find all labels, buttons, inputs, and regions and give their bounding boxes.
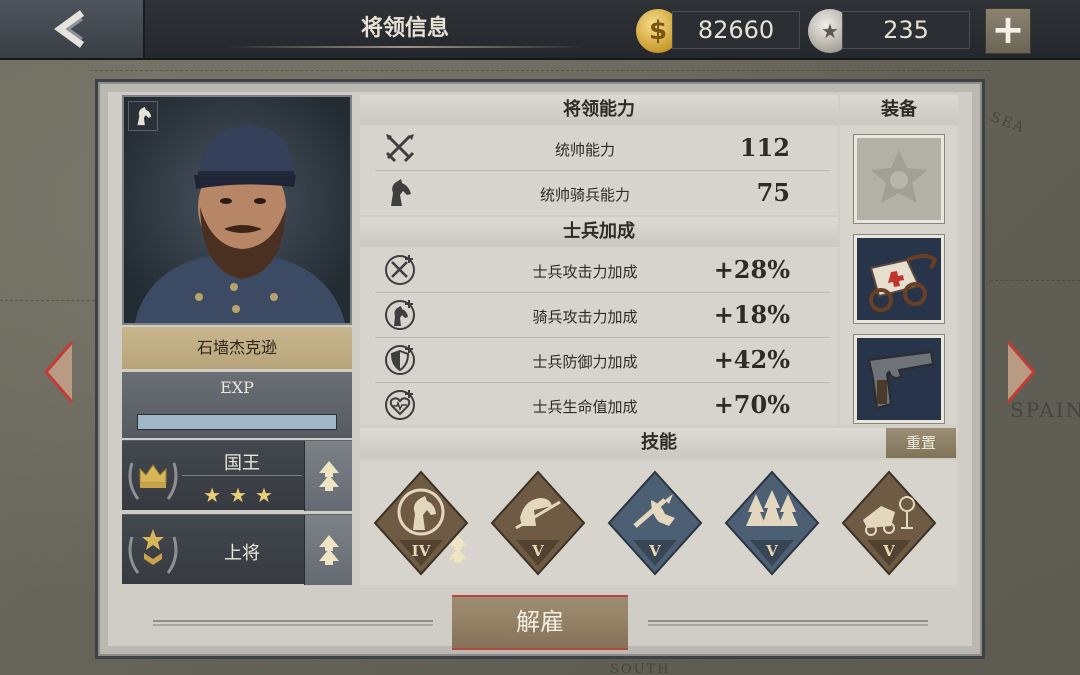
bonus-row: 士兵攻击力加成 +28% — [375, 249, 830, 293]
bonus-label: 骑兵攻击力加成 — [532, 308, 638, 326]
crown-laurel-icon — [128, 462, 178, 500]
equipment-slot-medal[interactable] — [854, 135, 944, 223]
ability-label: 统帅骑兵能力 — [539, 186, 630, 204]
military-rank-label: 上将 — [224, 543, 260, 564]
map-label-sea: SEA — [988, 109, 1028, 137]
skill-upgrade-arrow-icon — [448, 535, 468, 563]
bonus-row: 骑兵攻击力加成 +18% — [375, 294, 830, 338]
gold-amount: 82660 — [672, 11, 800, 49]
bonus-value: +28% — [713, 255, 790, 284]
map-border-line — [0, 300, 95, 301]
upgrade-title-button[interactable] — [304, 441, 352, 511]
equipment-header: 装备 — [840, 95, 958, 125]
ability-value: 75 — [756, 178, 790, 207]
title-underline — [225, 46, 585, 48]
title-rank-label: 国王 — [224, 453, 260, 474]
pistol-icon — [867, 350, 935, 410]
ability-value: 112 — [739, 133, 790, 162]
bonus-row: 士兵防御力加成 +42% — [375, 339, 830, 383]
map-border-line — [90, 70, 990, 71]
title-stars: ★★★ — [182, 483, 302, 507]
equipment-slot-vehicle[interactable] — [854, 235, 944, 323]
soldier-bonus-header: 士兵加成 — [360, 217, 838, 247]
footer-decoration-line — [648, 620, 928, 626]
exp-progress-bar — [137, 414, 337, 430]
equipment-column — [840, 125, 958, 425]
crossed-swords-icon — [385, 134, 415, 163]
ability-row: 统帅骑兵能力 75 — [375, 172, 830, 216]
military-rank-row: 上将 — [122, 514, 352, 585]
star-icon: ★ — [229, 483, 255, 507]
skill-slot[interactable]: V — [724, 470, 820, 576]
horse-head-icon — [137, 106, 152, 126]
bonus-row: 士兵生命值加成 +70% — [375, 384, 830, 428]
map-border-line — [990, 280, 1080, 281]
forest-skill-icon — [724, 470, 820, 576]
top-bar: 将领信息 $ 82660 ★ 235 + — [0, 0, 1080, 60]
skill-level: IV — [411, 542, 431, 560]
ability-row: 统帅能力 112 — [375, 127, 830, 171]
abilities-header: 将领能力 — [360, 95, 838, 125]
supply-skill-icon — [841, 470, 937, 576]
upgrade-rank-button[interactable] — [304, 515, 352, 585]
general-portrait — [122, 95, 352, 325]
shield-plus-icon — [385, 345, 415, 375]
bonus-value: +18% — [713, 300, 790, 329]
heart-plus-icon — [385, 390, 415, 420]
skill-slot[interactable]: V — [490, 470, 586, 576]
horse-head-icon — [391, 179, 411, 206]
exp-section: EXP — [122, 372, 352, 438]
rank-divider — [182, 475, 302, 476]
cavalry-type-badge — [128, 101, 158, 131]
bonus-label: 士兵生命值加成 — [532, 398, 638, 416]
skill-level: V — [883, 542, 895, 560]
star-icon: ★ — [254, 483, 281, 507]
footer-decoration-line — [153, 620, 433, 626]
sword-plus-icon — [385, 255, 415, 285]
skill-level: V — [766, 542, 778, 560]
star-icon: ★ — [203, 483, 230, 507]
reset-skills-button[interactable]: 重置 — [886, 428, 956, 458]
title-rank-row: 国王 ★★★ — [122, 440, 352, 511]
general-portrait-image — [134, 125, 345, 323]
exp-label: EXP — [220, 378, 254, 397]
bonus-value: +70% — [713, 390, 790, 419]
next-general-arrow-icon[interactable] — [1006, 340, 1038, 404]
equipment-slot-weapon[interactable] — [854, 335, 944, 423]
add-currency-button[interactable]: + — [985, 8, 1031, 54]
back-arrow-icon — [53, 10, 84, 48]
skill-slot[interactable]: V — [841, 470, 937, 576]
dismiss-general-button[interactable]: 解雇 — [452, 595, 628, 650]
ambulance-cart-icon — [869, 254, 938, 312]
previous-general-arrow-icon[interactable] — [42, 340, 74, 404]
horse-plus-icon — [385, 300, 415, 330]
skill-level: V — [532, 542, 544, 560]
general-name: 石墙杰克逊 — [122, 327, 352, 369]
skill-level: V — [649, 542, 661, 560]
skill-slot[interactable]: IV — [373, 470, 469, 576]
melee-skill-icon — [607, 470, 703, 576]
bonus-value: +42% — [713, 345, 790, 374]
skills-header: 技能 — [360, 428, 958, 458]
empty-medal-slot-icon — [871, 150, 927, 203]
map-label-south: SOUTH — [610, 662, 671, 675]
silver-amount: 235 — [842, 11, 970, 49]
double-up-arrow-icon — [318, 461, 339, 491]
double-up-arrow-icon — [318, 535, 339, 565]
back-button[interactable] — [0, 0, 145, 58]
infantry-charge-icon — [490, 470, 586, 576]
ability-label: 统帅能力 — [554, 141, 615, 159]
bonus-label: 士兵攻击力加成 — [532, 263, 638, 281]
bonus-label: 士兵防御力加成 — [532, 353, 638, 371]
general-rank-insignia-icon — [128, 529, 178, 574]
skill-slot[interactable]: V — [607, 470, 703, 576]
